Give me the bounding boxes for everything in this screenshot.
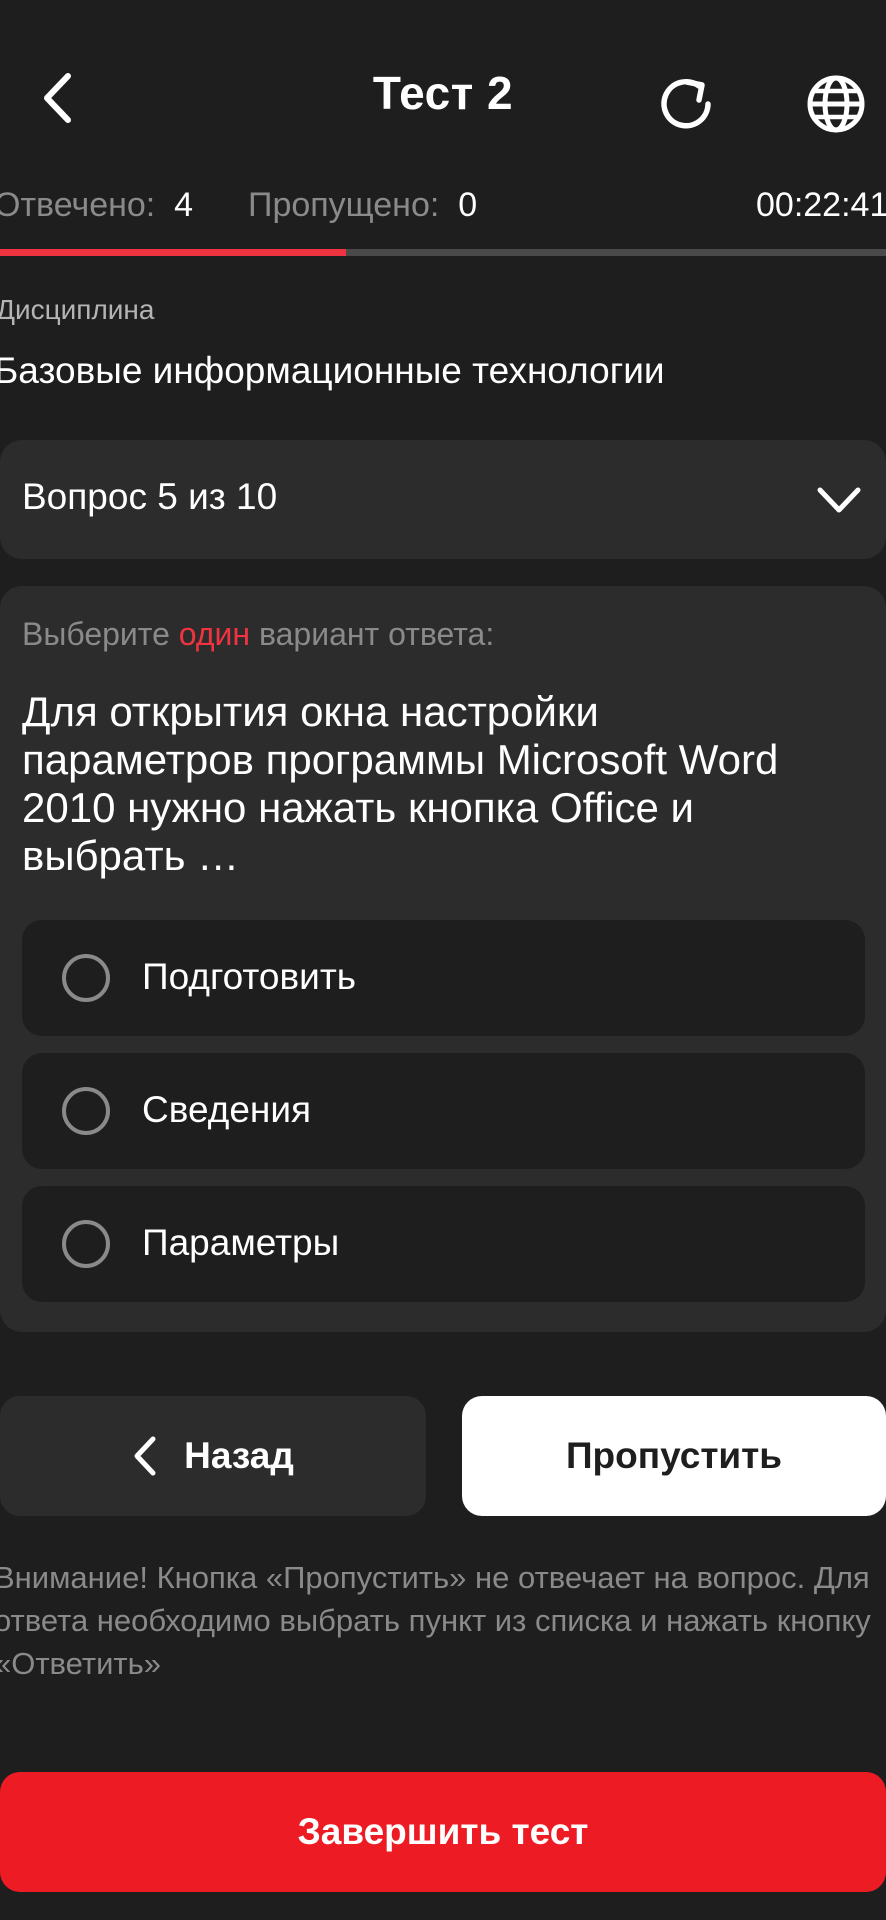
- header: Тест 2: [0, 0, 886, 190]
- finish-test-label: Завершить тест: [297, 1811, 589, 1852]
- skipped-label: Пропущено:: [248, 186, 440, 224]
- radio-button[interactable]: [62, 1220, 110, 1268]
- answer-option[interactable]: Сведения: [22, 1053, 865, 1169]
- timer: 00:22:41: [756, 186, 886, 224]
- answered-label: Отвечено:: [0, 186, 156, 224]
- answer-option-label: Параметры: [142, 1222, 340, 1263]
- refresh-icon: [661, 79, 711, 129]
- test-stats: Отвечено: 4 Пропущено: 0 00:22:41: [0, 186, 886, 236]
- instruction-text-end: вариант ответа:: [258, 616, 495, 652]
- answer-option[interactable]: Параметры: [22, 1186, 865, 1302]
- question-selector[interactable]: Вопрос 5 из 10: [0, 440, 886, 559]
- refresh-button[interactable]: [644, 62, 728, 146]
- answered-stat: Отвечено: 4: [0, 186, 193, 225]
- instruction-accent: один: [178, 616, 251, 652]
- answered-count: 4: [174, 186, 194, 224]
- skipped-stat: Пропущено: 0: [248, 186, 477, 225]
- question-selector-label: Вопрос 5 из 10: [22, 476, 278, 517]
- question-text: Для открытия окна настройки параметров п…: [22, 688, 779, 879]
- back-button-label: Назад: [184, 1435, 294, 1476]
- instruction-text: Выберите: [22, 616, 170, 652]
- test-screen: Тест 2 Отвечено: 4 Пропущено: 0 00:22:41…: [0, 0, 886, 1920]
- chevron-left-icon: [134, 1436, 156, 1476]
- answer-option-label: Сведения: [142, 1089, 312, 1130]
- chevron-down-icon: [817, 487, 861, 513]
- page-title: Тест 2: [372, 67, 514, 119]
- discipline-label: Дисциплина: [0, 294, 155, 325]
- radio-button[interactable]: [62, 1087, 110, 1135]
- discipline-name: Базовые информационные технологии: [0, 350, 665, 391]
- finish-test-button[interactable]: Завершить тест: [0, 1772, 886, 1892]
- answer-instruction: Выберите один вариант ответа:: [22, 616, 494, 653]
- skip-button-label: Пропустить: [565, 1435, 783, 1476]
- skipped-count: 0: [458, 186, 478, 224]
- progress-fill: [0, 249, 346, 256]
- language-button[interactable]: [794, 62, 878, 146]
- progress-bar: [0, 249, 886, 256]
- skip-button[interactable]: Пропустить: [462, 1396, 886, 1516]
- radio-button[interactable]: [62, 954, 110, 1002]
- skip-warning: Внимание! Кнопка «Пропустить» не отвечае…: [0, 1560, 871, 1681]
- answer-option[interactable]: Подготовить: [22, 920, 865, 1036]
- globe-icon: [807, 75, 865, 133]
- answer-option-label: Подготовить: [142, 956, 357, 997]
- question-card: Выберите один вариант ответа: Для открыт…: [0, 586, 886, 1332]
- back-nav-button[interactable]: Назад: [0, 1396, 426, 1516]
